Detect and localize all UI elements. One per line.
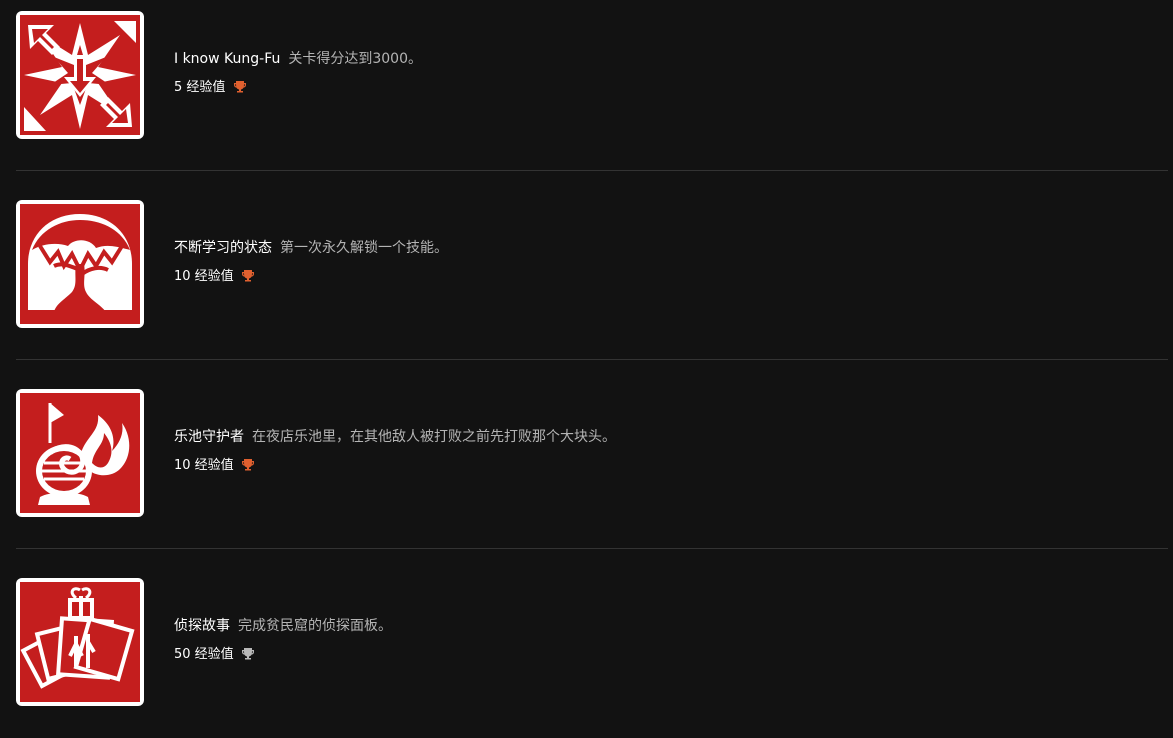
achievement-title: 不断学习的状态 [174, 240, 272, 256]
achievement-xp: 10 经验值 [174, 269, 448, 285]
achievement-row[interactable]: 不断学习的状态 第一次永久解锁一个技能。 10 经验值 [0, 200, 1173, 360]
achievement-text: 侦探故事 完成贫民窟的侦探面板。 50 经验值 [174, 617, 392, 663]
kung-fu-arrows-icon [20, 15, 140, 135]
achievement-xp: 10 经验值 [174, 458, 616, 474]
achievement-title: I know Kung-Fu [174, 51, 281, 67]
achievement-title: 侦探故事 [174, 618, 230, 634]
achievement-title-line: 不断学习的状态 第一次永久解锁一个技能。 [174, 239, 448, 257]
row-divider [16, 548, 1168, 549]
trophy-icon [241, 270, 254, 282]
achievement-xp: 50 经验值 [174, 647, 392, 663]
achievement-icon-frame [16, 578, 144, 706]
achievement-title-line: I know Kung-Fu 关卡得分达到3000。 [174, 50, 422, 68]
achievement-xp: 5 经验值 [174, 80, 422, 96]
achievement-icon-frame [16, 11, 144, 139]
achievement-title: 乐池守护者 [174, 429, 244, 445]
achievement-text: I know Kung-Fu 关卡得分达到3000。 5 经验值 [174, 50, 422, 96]
achievement-text: 不断学习的状态 第一次永久解锁一个技能。 10 经验值 [174, 239, 448, 285]
xp-value: 50 经验值 [174, 647, 234, 662]
xp-value: 5 经验值 [174, 80, 226, 95]
achievement-title-line: 乐池守护者 在夜店乐池里，在其他敌人被打败之前先打败那个大块头。 [174, 428, 616, 446]
achievement-title-line: 侦探故事 完成贫民窟的侦探面板。 [174, 617, 392, 635]
achievement-row[interactable]: 乐池守护者 在夜店乐池里，在其他敌人被打败之前先打败那个大块头。 10 经验值 [0, 389, 1173, 549]
achievement-icon-frame [16, 389, 144, 517]
row-divider [16, 170, 1168, 171]
xp-value: 10 经验值 [174, 269, 234, 284]
row-divider [16, 359, 1168, 360]
trophy-icon [241, 648, 254, 660]
achievement-description: 第一次永久解锁一个技能。 [280, 240, 448, 256]
trophy-icon [241, 459, 254, 471]
xp-value: 10 经验值 [174, 458, 234, 473]
trophy-icon [233, 81, 246, 93]
achievement-icon-frame [16, 200, 144, 328]
flame-urn-icon [20, 393, 140, 513]
achievement-description: 在夜店乐池里，在其他敌人被打败之前先打败那个大块头。 [252, 429, 616, 445]
achievement-description: 关卡得分达到3000。 [288, 51, 422, 67]
detective-cards-icon [20, 582, 140, 702]
achievement-row[interactable]: 侦探故事 完成贫民窟的侦探面板。 50 经验值 [0, 578, 1173, 738]
achievement-text: 乐池守护者 在夜店乐池里，在其他敌人被打败之前先打败那个大块头。 10 经验值 [174, 428, 616, 474]
tree-icon [20, 204, 140, 324]
achievement-description: 完成贫民窟的侦探面板。 [238, 618, 392, 634]
achievement-row[interactable]: I know Kung-Fu 关卡得分达到3000。 5 经验值 [0, 11, 1173, 171]
